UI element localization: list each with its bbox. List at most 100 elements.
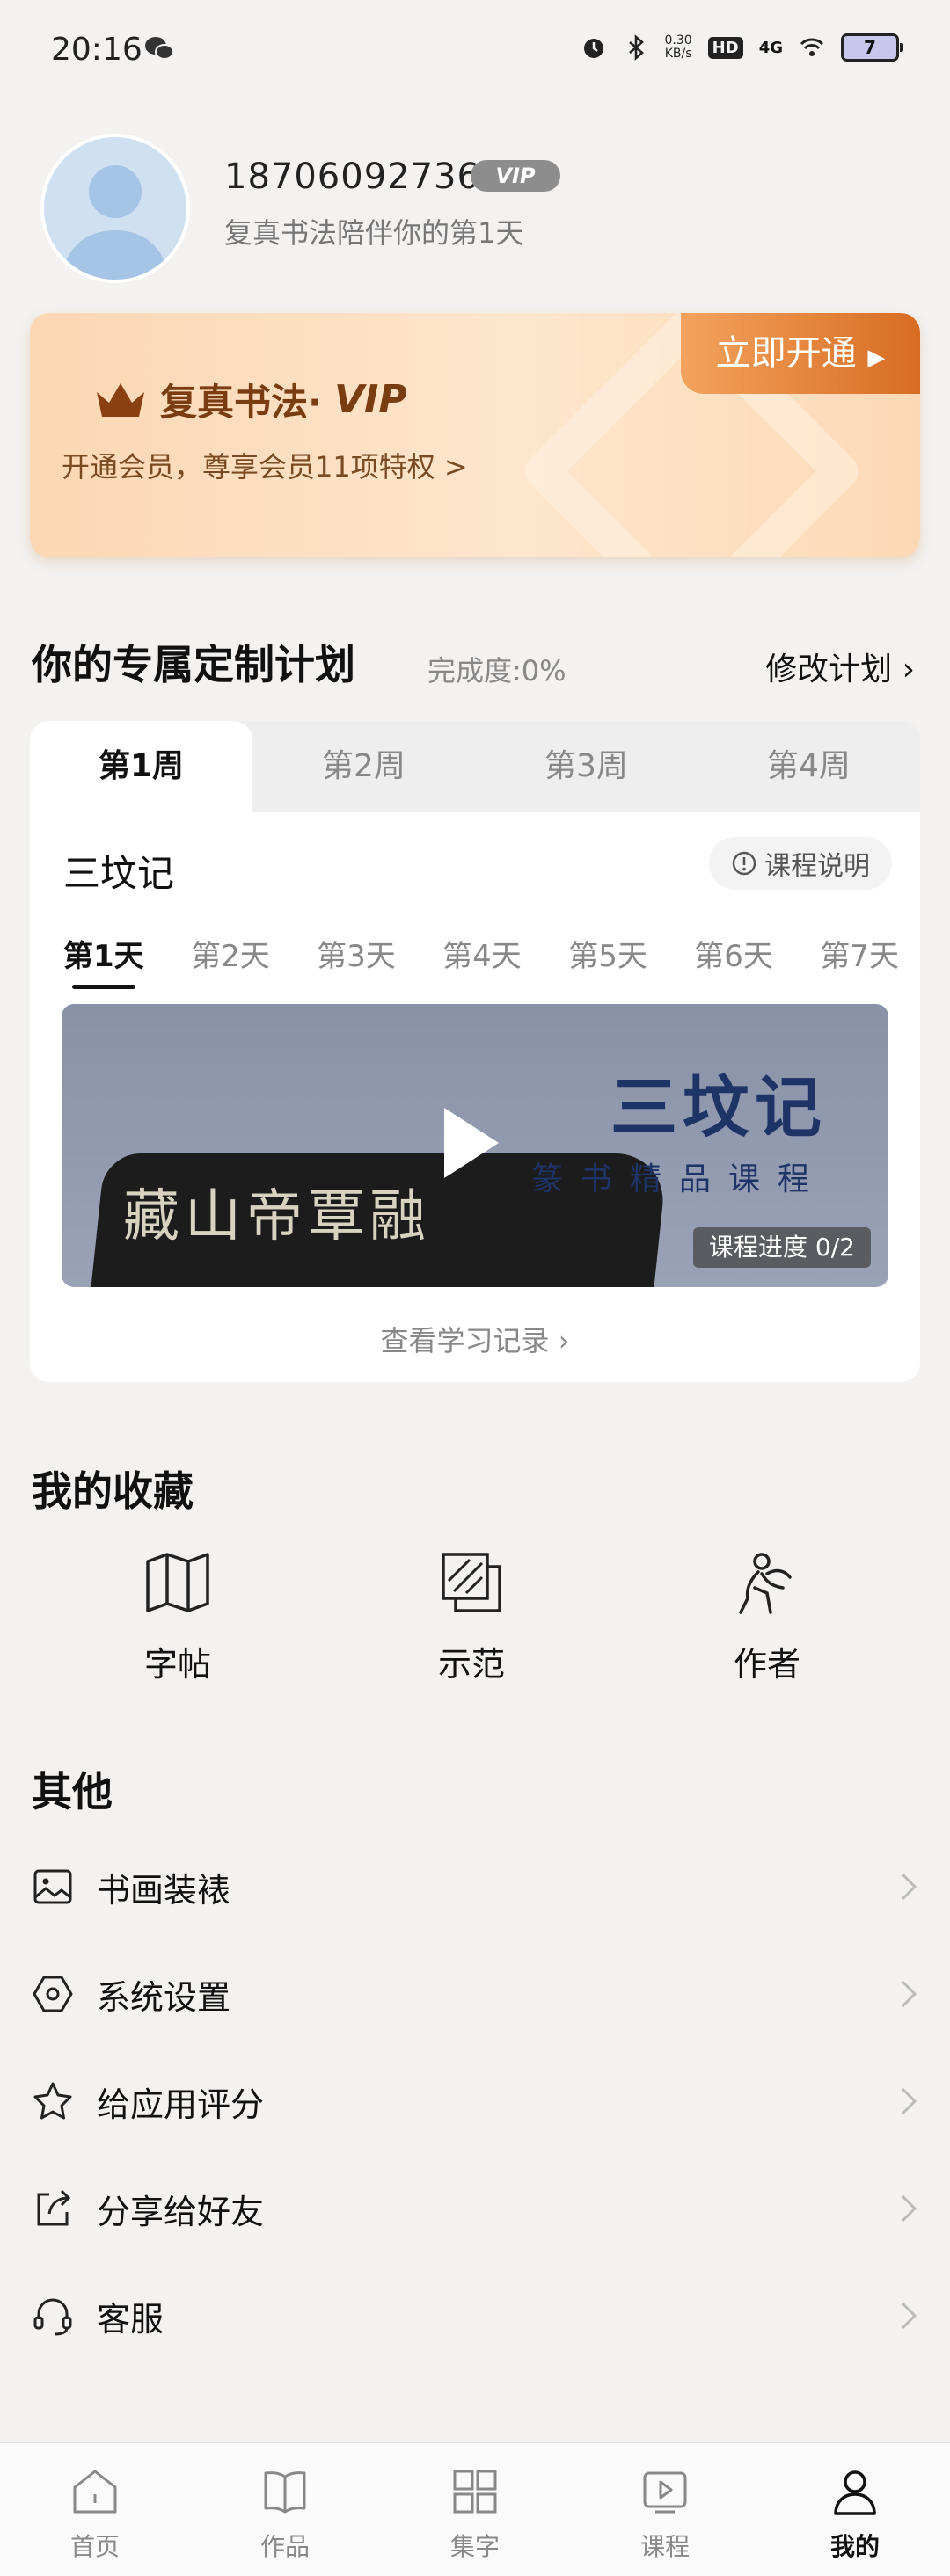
study-record-label: 查看学习记录	[380, 1324, 550, 1357]
fav-copybook-label: 字帖	[143, 1645, 211, 1684]
chevron-right-icon: ›	[558, 1324, 570, 1357]
crown-icon	[97, 382, 144, 417]
tab-day-2[interactable]: 第2天	[191, 932, 270, 975]
play-box-icon	[643, 2471, 687, 2514]
status-icons: 0.30 KB/s HD 4G 7	[581, 33, 903, 62]
user-subtitle: 复真书法陪伴你的第1天	[224, 216, 524, 250]
fav-demo-label: 示范	[437, 1645, 505, 1684]
chevron-right-icon	[901, 1873, 917, 1901]
plan-title: 你的专属定制计划	[32, 641, 355, 688]
chevron-right-icon	[901, 1980, 917, 2008]
video-subtitle: 篆书精品课程	[530, 1161, 827, 1197]
open-vip-label: 立即开通	[715, 333, 857, 374]
tab-day-4[interactable]: 第4天	[442, 932, 522, 975]
tab-day-5[interactable]: 第5天	[568, 932, 647, 975]
open-vip-button[interactable]: 立即开通 ▶	[681, 313, 920, 394]
tab-week-1[interactable]: 第1周	[30, 721, 252, 812]
menu-rate-app[interactable]: 给应用评分	[32, 2066, 918, 2136]
chevron-right-icon	[901, 2087, 917, 2115]
plan-progress: 完成度:0%	[428, 654, 566, 688]
headset-icon	[33, 2298, 72, 2336]
nav-mine[interactable]: 我的	[760, 2443, 950, 2576]
menu-support-label: 客服	[97, 2299, 164, 2339]
menu-rate-app-label: 给应用评分	[97, 2085, 265, 2124]
others-title: 其他	[32, 1768, 113, 1816]
course-video[interactable]: 藏山帝覃融 三坟记 篆书精品课程 课程进度 0/2	[62, 1004, 888, 1287]
menu-support[interactable]: 客服	[32, 2281, 918, 2351]
info-icon	[732, 851, 756, 876]
user-phone: 18706092736	[224, 156, 480, 197]
tab-week-2[interactable]: 第2周	[252, 721, 475, 812]
tab-day-3[interactable]: 第3天	[317, 932, 396, 975]
battery-indicator: 7	[841, 33, 903, 62]
fav-demo[interactable]: 示范	[375, 1547, 568, 1685]
course-info-label: 课程说明	[764, 851, 870, 882]
favorites-title: 我的收藏	[32, 1467, 194, 1515]
play-icon[interactable]	[444, 1108, 499, 1178]
home-icon	[73, 2470, 117, 2514]
person-run-icon	[739, 1553, 792, 1614]
day-tabs: 第1天 第2天 第3天 第4天 第5天 第6天 第7天	[63, 932, 899, 989]
plan-card: 第1周 第2周 第3周 第4周 三坟记 课程说明 第1天 第2天 第3天 第4天…	[30, 721, 920, 1382]
edit-plan-label: 修改计划	[765, 651, 893, 688]
signal-4g: 4G	[758, 38, 783, 57]
status-time: 20:16	[51, 32, 142, 68]
star-icon	[33, 2082, 72, 2120]
tab-week-4[interactable]: 第4周	[698, 721, 920, 812]
video-title: 三坟记	[610, 1068, 827, 1146]
hexagon-settings-icon	[33, 1976, 73, 2012]
layers-icon	[442, 1553, 501, 1612]
triangle-right-icon: ▶	[867, 345, 886, 371]
default-avatar-icon	[62, 165, 169, 280]
menu-share-label: 分享给好友	[97, 2192, 265, 2231]
tab-week-3[interactable]: 第3周	[475, 721, 698, 812]
net-speed: 0.30 KB/s	[664, 33, 692, 61]
share-icon	[37, 2189, 71, 2226]
grid-icon	[453, 2470, 497, 2514]
image-icon	[33, 1869, 72, 1904]
vip-card-title: 复真书法· VIP	[93, 373, 407, 426]
map-icon	[146, 1553, 209, 1612]
nav-collect[interactable]: 集字	[380, 2443, 570, 2576]
nav-course[interactable]: 课程	[570, 2443, 760, 2576]
book-icon	[264, 2471, 306, 2514]
menu-share[interactable]: 分享给好友	[32, 2173, 918, 2244]
fav-author[interactable]: 作者	[670, 1547, 864, 1685]
vip-promo-card[interactable]: 复真书法· VIP 开通会员，尊享会员11项特权 > 立即开通 ▶	[30, 313, 920, 557]
tab-day-6[interactable]: 第6天	[694, 932, 773, 975]
vip-brand: 复真书法·	[160, 381, 322, 424]
nav-home-label: 首页	[69, 2532, 120, 2561]
course-info-button[interactable]: 课程说明	[709, 837, 892, 890]
menu-settings[interactable]: 系统设置	[32, 1959, 918, 2029]
alarm-icon	[583, 39, 603, 58]
video-progress-badge: 课程进度 0/2	[693, 1227, 871, 1268]
bottom-nav: 首页 作品 集字 课程 我的	[0, 2442, 950, 2576]
study-record-link[interactable]: 查看学习记录 ›	[30, 1319, 920, 1359]
chevron-right-icon	[901, 2194, 917, 2223]
tab-day-7[interactable]: 第7天	[820, 932, 899, 975]
bluetooth-icon	[628, 34, 644, 61]
avatar[interactable]	[40, 134, 190, 283]
seal-script-glyphs: 藏山帝覃融	[123, 1184, 431, 1249]
user-icon	[834, 2470, 876, 2515]
chevron-right-icon	[901, 2302, 917, 2330]
menu-settings-label: 系统设置	[97, 1977, 231, 2017]
wechat-icon	[145, 37, 174, 60]
wifi-icon	[800, 38, 824, 56]
nav-works[interactable]: 作品	[190, 2443, 380, 2576]
course-name: 三坟记	[63, 852, 175, 895]
tab-day-1[interactable]: 第1天	[63, 932, 144, 989]
vip-desc: 开通会员，尊享会员11项特权 >	[62, 450, 468, 484]
vip-word: VIP	[333, 377, 407, 422]
nav-home[interactable]: 首页	[0, 2443, 190, 2576]
hd-badge: HD	[707, 36, 743, 59]
chevron-right-icon: ›	[902, 651, 915, 688]
nav-mine-label: 我的	[829, 2532, 880, 2561]
edit-plan-link[interactable]: 修改计划 ›	[765, 644, 915, 689]
menu-mounting[interactable]: 书画装裱	[32, 1852, 918, 1922]
week-tabs: 第1周 第2周 第3周 第4周	[30, 721, 920, 812]
fav-copybook[interactable]: 字帖	[81, 1547, 274, 1685]
menu-mounting-label: 书画装裱	[97, 1870, 231, 1910]
nav-works-label: 作品	[259, 2532, 310, 2561]
vip-badge: VIP	[471, 160, 560, 192]
